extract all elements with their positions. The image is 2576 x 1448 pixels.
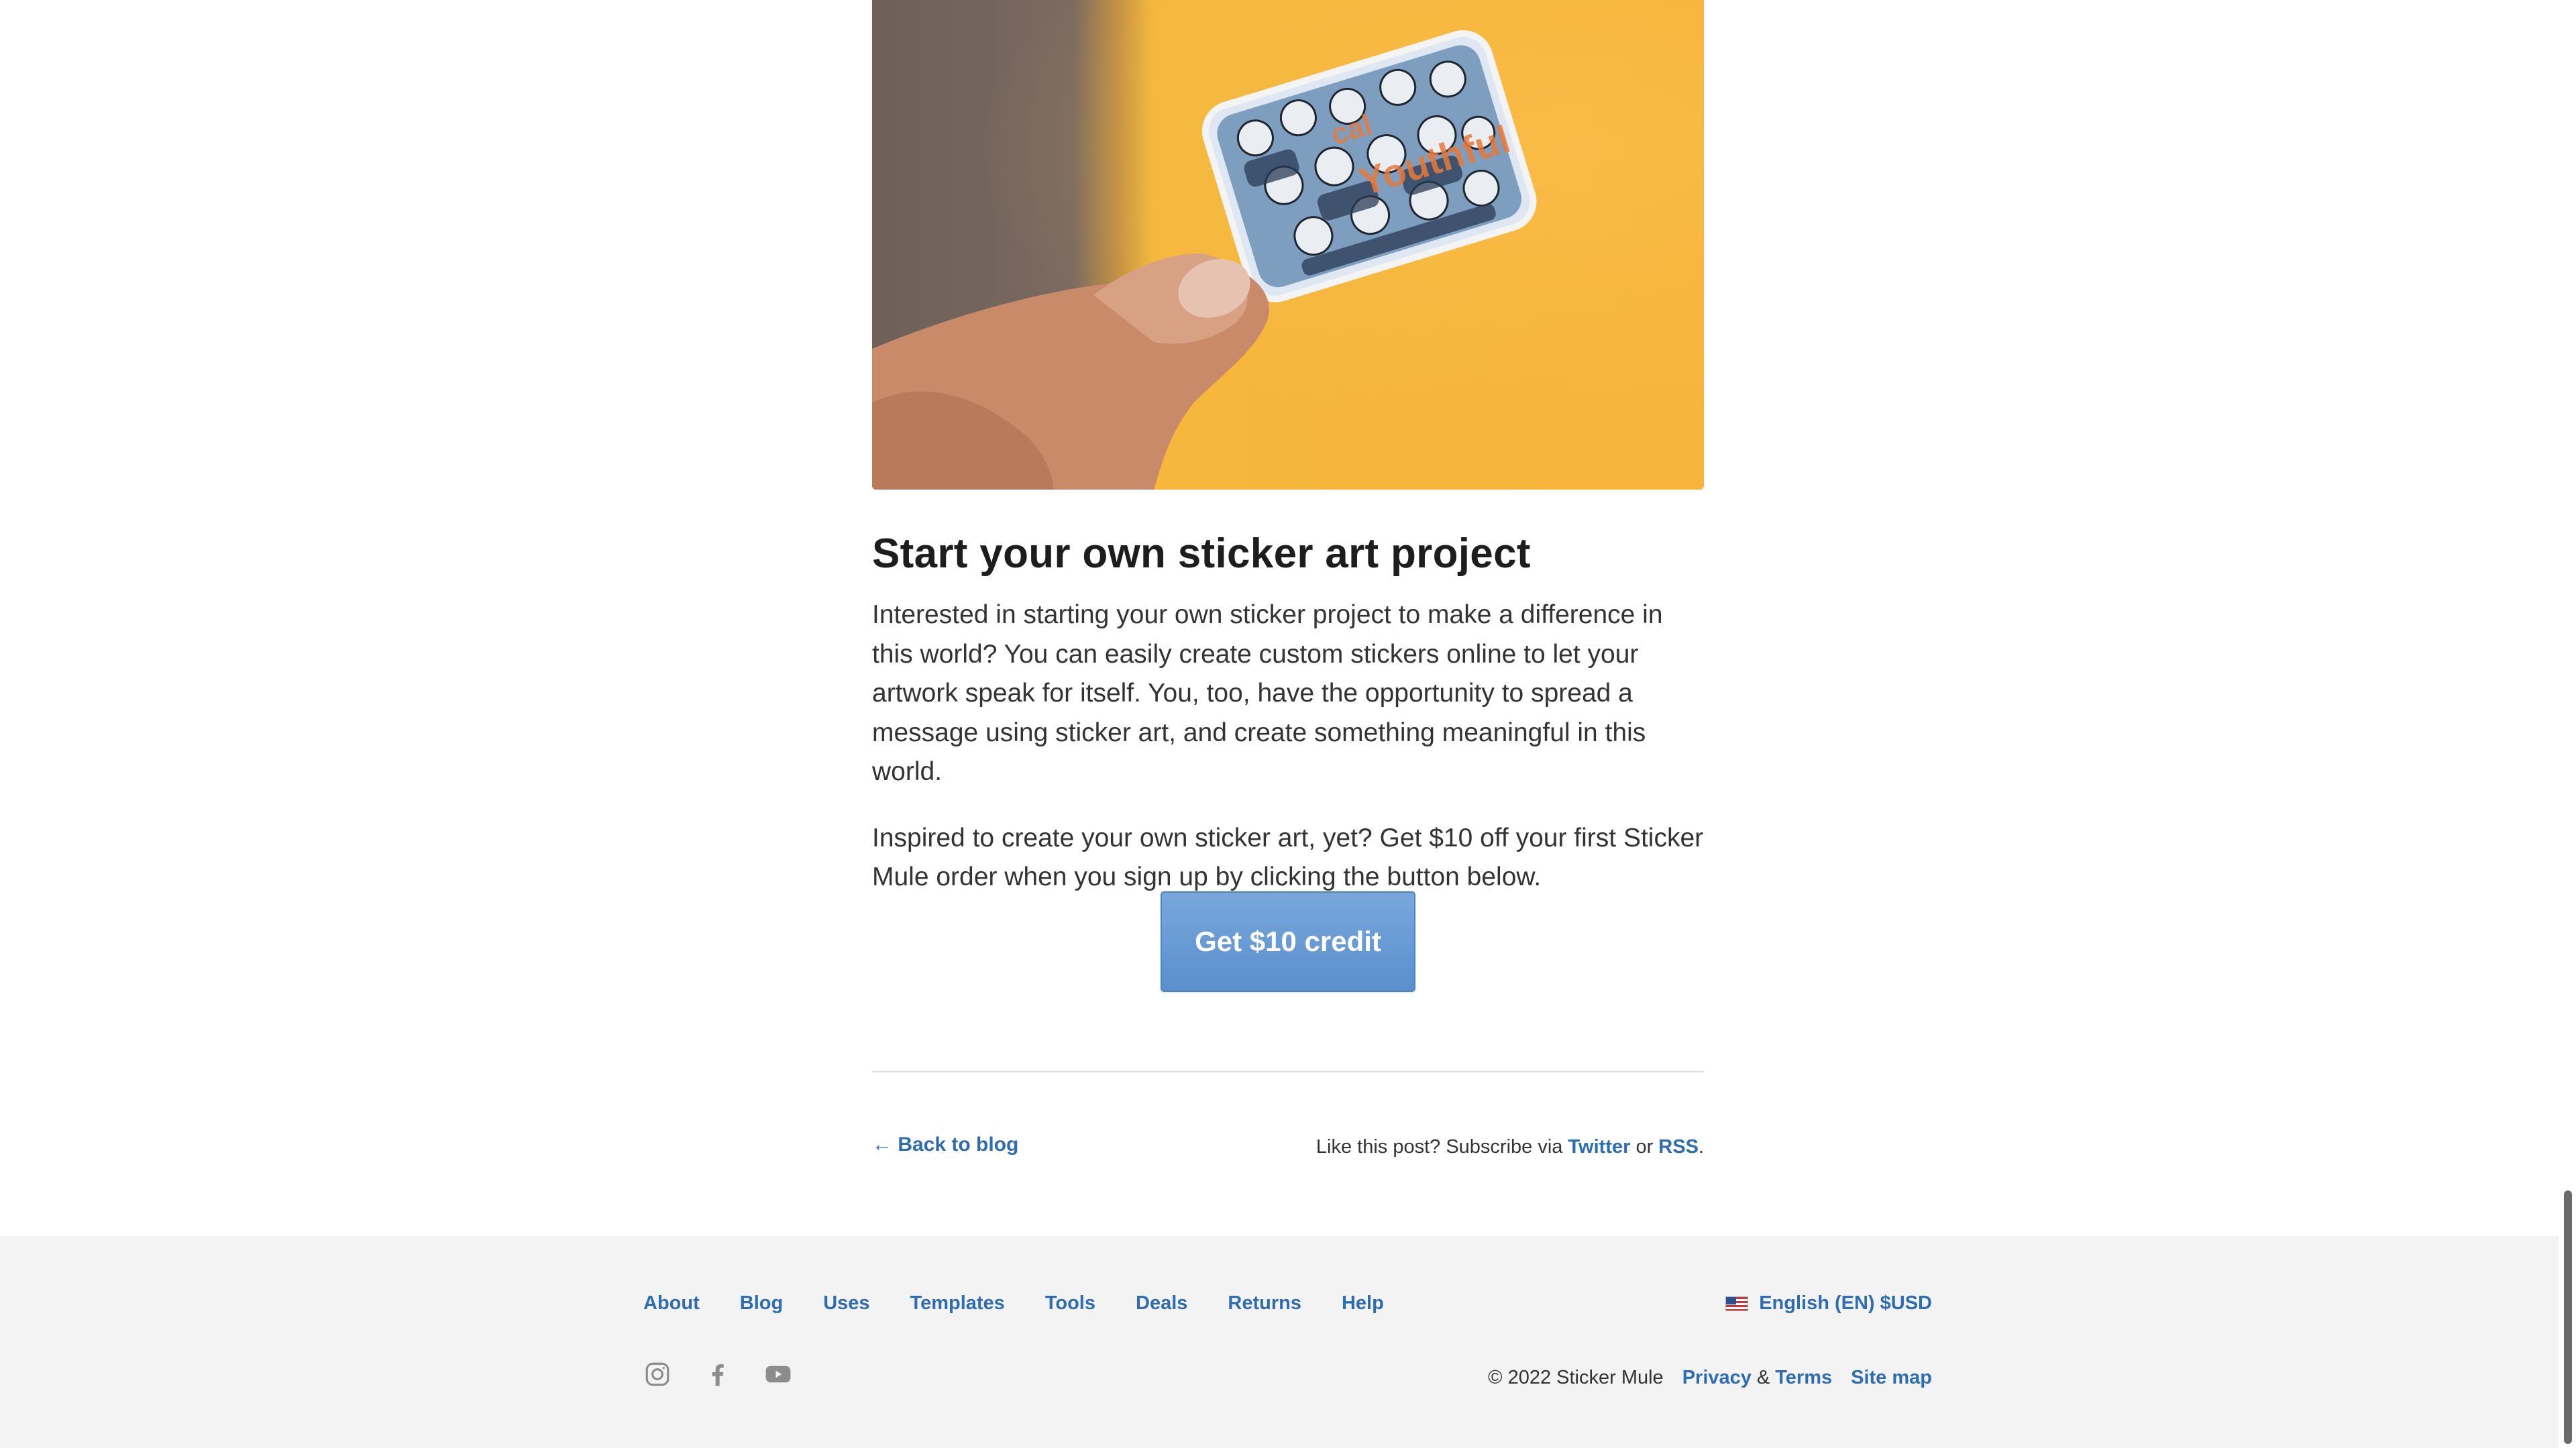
footer-link-about[interactable]: About bbox=[643, 1292, 700, 1315]
subscribe-prefix: Like this post? Subscribe via bbox=[1316, 1136, 1568, 1158]
footer-link-returns[interactable]: Returns bbox=[1228, 1292, 1301, 1315]
post-footer: ← Back to blog Like this post? Subscribe… bbox=[872, 1133, 1704, 1174]
copyright-text: © 2022 Sticker Mule bbox=[1488, 1367, 1664, 1388]
youtube-icon[interactable] bbox=[764, 1360, 824, 1388]
footer-link-tools[interactable]: Tools bbox=[1045, 1292, 1095, 1315]
footer-link-blog[interactable]: Blog bbox=[740, 1292, 783, 1315]
ampersand-text: & bbox=[1756, 1367, 1770, 1388]
footer-nav: About Blog Uses Templates Tools Deals Re… bbox=[643, 1292, 1424, 1315]
subscribe-text: Like this post? Subscribe via Twitter or… bbox=[1316, 1136, 1704, 1158]
cta-container: Get $10 credit bbox=[1161, 891, 1415, 992]
terms-link[interactable]: Terms bbox=[1775, 1367, 1832, 1389]
back-to-blog-link[interactable]: ← Back to blog bbox=[872, 1133, 1018, 1156]
or-text: or bbox=[1630, 1136, 1659, 1158]
section-heading: Start your own sticker art project bbox=[872, 531, 1531, 577]
social-links bbox=[643, 1360, 824, 1388]
article-paragraph: Inspired to create your own sticker art,… bbox=[872, 823, 1704, 892]
sticker-hand-illustration: Youthful cal bbox=[872, 30, 1537, 490]
locale-selector[interactable]: English (EN) $USD bbox=[1725, 1292, 1932, 1315]
us-flag-icon bbox=[1725, 1296, 1749, 1311]
get-credit-button[interactable]: Get $10 credit bbox=[1161, 891, 1415, 992]
divider bbox=[872, 1071, 1704, 1072]
article-section: Start your own sticker art project Inter… bbox=[872, 530, 1704, 897]
scrollbar-thumb[interactable] bbox=[2564, 1190, 2572, 1444]
facebook-icon[interactable] bbox=[704, 1360, 764, 1388]
scrollbar[interactable] bbox=[2559, 0, 2576, 1448]
footer-link-templates[interactable]: Templates bbox=[910, 1292, 1005, 1315]
footer-link-deals[interactable]: Deals bbox=[1136, 1292, 1187, 1315]
privacy-link[interactable]: Privacy bbox=[1682, 1367, 1752, 1389]
hero-image: Youthful cal bbox=[872, 0, 1704, 490]
site-map-link[interactable]: Site map bbox=[1851, 1367, 1932, 1389]
locale-label: English (EN) $USD bbox=[1759, 1292, 1932, 1314]
footer-link-help[interactable]: Help bbox=[1342, 1292, 1384, 1315]
site-footer: About Blog Uses Templates Tools Deals Re… bbox=[0, 1236, 2576, 1448]
page: Youthful cal Start your own sticker art … bbox=[0, 0, 2576, 1448]
legal-links: © 2022 Sticker Mule Privacy & Terms Site… bbox=[1488, 1367, 1932, 1389]
twitter-link[interactable]: Twitter bbox=[1568, 1136, 1630, 1158]
rss-link[interactable]: RSS bbox=[1658, 1136, 1699, 1158]
footer-link-uses[interactable]: Uses bbox=[823, 1292, 869, 1315]
instagram-icon[interactable] bbox=[643, 1360, 704, 1388]
period-text: . bbox=[1698, 1136, 1704, 1158]
article-paragraph: Interested in starting your own sticker … bbox=[872, 600, 1663, 786]
